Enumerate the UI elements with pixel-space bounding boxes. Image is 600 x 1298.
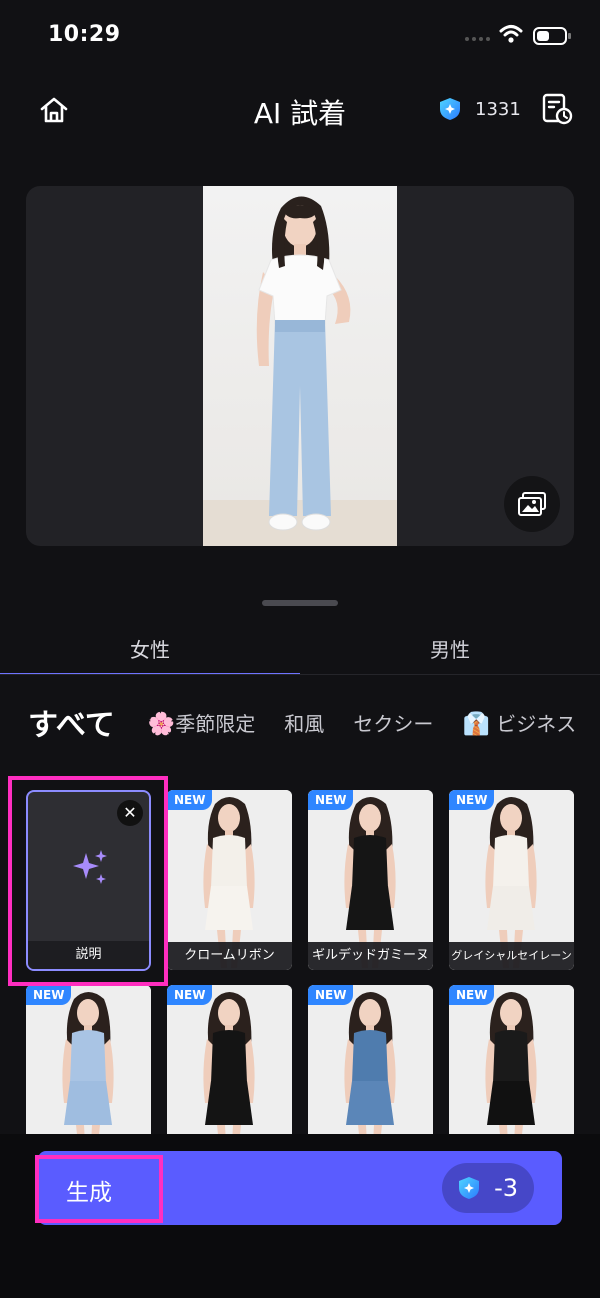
generate-button[interactable]: 生成 -3 [38,1151,562,1225]
flower-icon: 🌸 [147,711,176,737]
status-time: 10:29 [48,22,121,47]
generate-cost-value: -3 [494,1174,518,1202]
divider [0,674,600,675]
model-photo [203,186,397,546]
explain-card[interactable]: ✕ 説明 [26,790,151,971]
category-japanese[interactable]: 和風 [284,708,324,737]
necktie-icon: 👔 [462,711,490,737]
tab-male[interactable]: 男性 [300,634,600,663]
model-figure [256,196,351,531]
new-badge: NEW [167,790,213,810]
drag-handle[interactable] [262,600,338,606]
wifi-icon [499,25,523,43]
gender-tabs: 女性 男性 [0,620,600,676]
battery-icon [533,27,571,45]
generate-cost: -3 [442,1163,534,1213]
new-badge: NEW [449,790,495,810]
category-all[interactable]: すべて [28,700,115,744]
credit-shield-icon [459,1177,480,1199]
outfit-card[interactable]: NEW グレイシャルセイレーン [449,790,574,970]
change-photo-button[interactable] [504,476,560,532]
new-badge: NEW [308,790,354,810]
outfit-card-label: ギルデッドガミーヌ [308,942,433,970]
new-badge: NEW [167,985,213,1005]
new-badge: NEW [308,985,354,1005]
credit-shield-icon [440,98,460,120]
close-icon[interactable]: ✕ [117,800,143,826]
history-icon[interactable] [540,92,574,126]
explain-card-label: 説明 [28,941,149,969]
outfit-card-label: グレイシャルセイレーン [449,942,574,970]
category-seasonal[interactable]: 🌸季節限定 [148,708,255,737]
outfit-card-label: クロームリボン [167,942,292,970]
model-photo-panel [26,186,574,546]
category-row: すべて 🌸季節限定 和風 セクシー 👔 ビジネス [28,700,600,760]
tab-female[interactable]: 女性 [0,634,300,663]
outfit-card[interactable]: NEW クロームリボン [167,790,292,970]
category-sexy[interactable]: セクシー [353,708,433,737]
app-header: AI 試着 1331 [0,80,600,140]
gallery-icon [518,492,546,516]
category-business[interactable]: 👔 ビジネス [462,708,576,737]
credit-balance: 1331 [437,96,521,122]
new-badge: NEW [26,985,72,1005]
outfit-card[interactable]: NEW ギルデッドガミーヌ [308,790,433,970]
status-bar: 10:29 [0,0,600,70]
new-badge: NEW [449,985,495,1005]
generate-label: 生成 [66,1180,112,1206]
credit-count: 1331 [475,98,521,120]
sparkle-icon [73,850,107,884]
cellular-signal-icon [465,37,490,41]
